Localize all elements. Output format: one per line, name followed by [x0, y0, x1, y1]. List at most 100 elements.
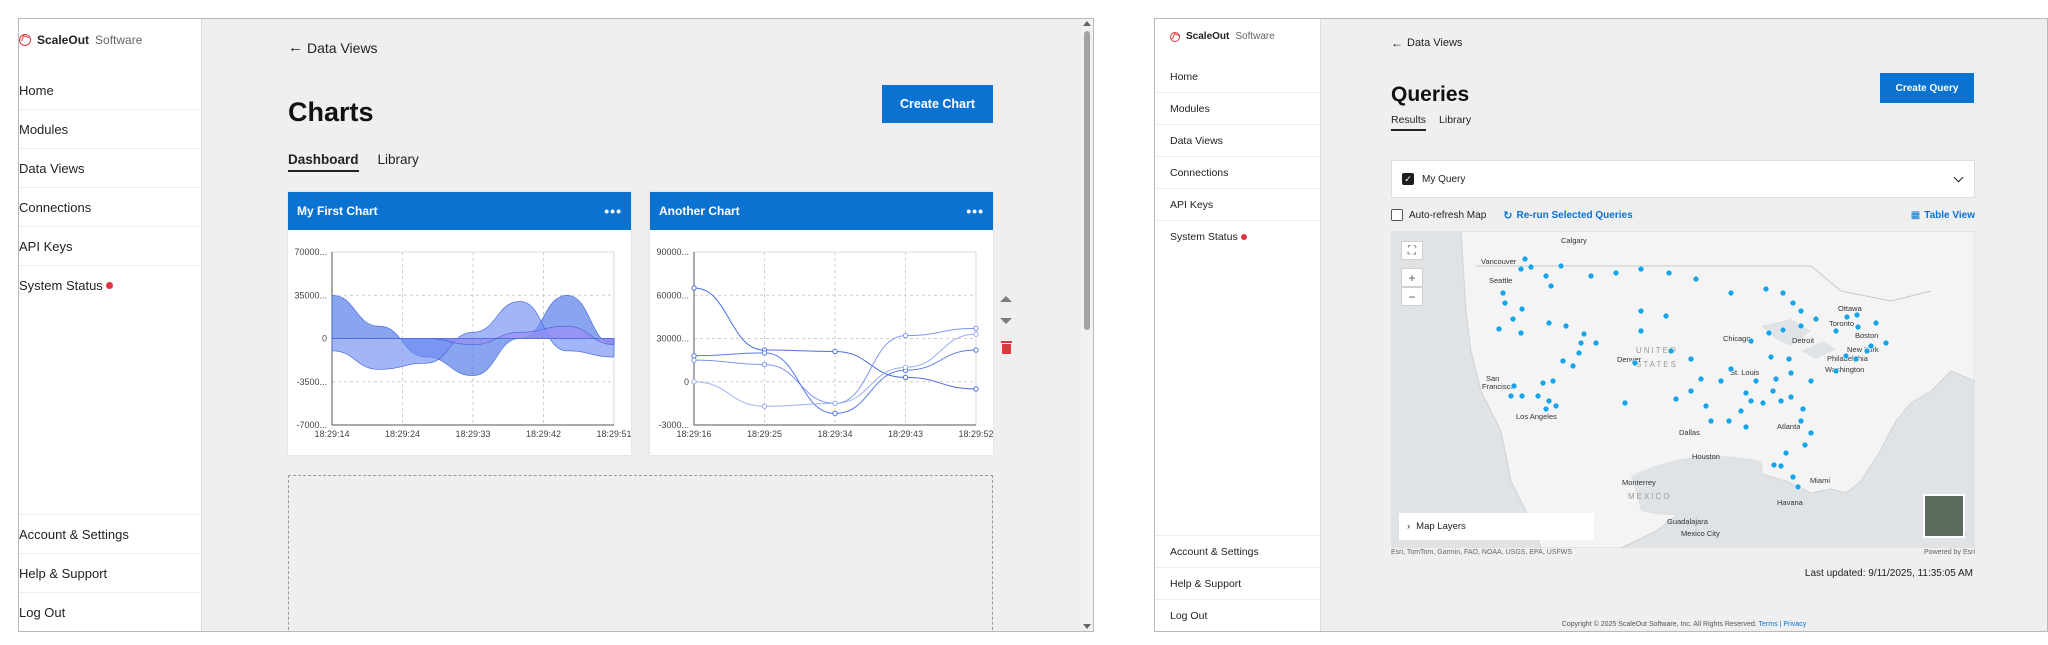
tab-dashboard[interactable]: Dashboard: [288, 152, 359, 172]
scrollbar[interactable]: [1081, 19, 1093, 631]
map-layers-panel[interactable]: › Map Layers: [1399, 513, 1594, 540]
sidebar-item-log-out[interactable]: Log Out: [19, 592, 201, 631]
map-marker: [1782, 449, 1790, 457]
query-select-value: My Query: [1422, 173, 1466, 185]
zoom-out-button[interactable]: −: [1401, 287, 1423, 306]
sidebar-item-account-settings[interactable]: Account & Settings: [19, 514, 201, 553]
chevron-right-icon: ›: [1407, 521, 1411, 532]
sidebar-item-home[interactable]: Home: [19, 71, 201, 110]
map-marker: [1832, 367, 1840, 375]
map-label: Guadalajara: [1667, 517, 1709, 526]
map-marker: [1762, 285, 1770, 293]
footer: Copyright © 2025 ScaleOut Software, Inc.…: [1321, 621, 2047, 628]
sidebar-nav: Home Modules Data Views Connections API …: [19, 71, 201, 305]
map-marker: [1621, 399, 1629, 407]
more-options-icon[interactable]: •••: [966, 203, 984, 219]
map-marker: [1779, 289, 1787, 297]
sidebar: ScaleOut Software Home Modules Data View…: [1155, 19, 1321, 631]
map-marker: [1545, 319, 1553, 327]
map-view[interactable]: Calgary Vancouver Seattle UNITED STATES Denve…: [1391, 231, 1975, 548]
data-point: [973, 325, 979, 332]
zoom-in-button[interactable]: +: [1401, 268, 1423, 287]
back-link[interactable]: ← Data Views: [288, 39, 378, 56]
basemap-toggle[interactable]: [1923, 494, 1965, 538]
map-marker: [1534, 392, 1542, 400]
sidebar-item-system-status[interactable]: System Status: [19, 266, 201, 305]
sidebar-item-account-settings[interactable]: Account & Settings: [1155, 535, 1320, 567]
sidebar-item-api-keys[interactable]: API Keys: [1155, 189, 1320, 221]
tab-library[interactable]: Library: [1439, 114, 1471, 131]
sidebar-item-system-status[interactable]: System Status: [1155, 221, 1320, 253]
tab-library[interactable]: Library: [378, 152, 419, 172]
privacy-link[interactable]: Privacy: [1783, 621, 1806, 628]
create-chart-button[interactable]: Create Chart: [882, 85, 993, 123]
sidebar-item-modules[interactable]: Modules: [1155, 93, 1320, 125]
map-marker: [1872, 319, 1880, 327]
map-marker: [1547, 282, 1555, 290]
map-marker: [1765, 329, 1773, 337]
scroll-down-icon[interactable]: [1083, 624, 1091, 629]
logo-brand: ScaleOut: [1186, 31, 1230, 42]
more-options-icon[interactable]: •••: [604, 203, 622, 219]
y-tick-label: 0: [684, 377, 689, 387]
sidebar-item-label: Help & Support: [19, 565, 108, 581]
scroll-thumb[interactable]: [1084, 31, 1090, 330]
sidebar-item-api-keys[interactable]: API Keys: [19, 227, 201, 266]
checkbox-icon[interactable]: [1391, 209, 1403, 221]
terms-link[interactable]: Terms: [1759, 621, 1778, 628]
y-tick-label: -7000...: [296, 420, 327, 430]
sidebar-item-label: Log Out: [19, 604, 66, 620]
map-attribution: Esri, TomTom, Garmin, FAO, NOAA, USGS, E…: [1391, 549, 1975, 561]
sidebar-item-home[interactable]: Home: [1155, 61, 1320, 93]
data-point: [902, 374, 909, 381]
sidebar-item-data-views[interactable]: Data Views: [19, 149, 201, 188]
move-down-icon[interactable]: [1000, 318, 1012, 324]
map-label: Detroit: [1792, 336, 1815, 345]
data-point: [691, 357, 697, 363]
empty-chart-slot[interactable]: [288, 475, 993, 631]
scroll-up-icon[interactable]: [1083, 21, 1091, 26]
map-marker: [1785, 355, 1793, 363]
sidebar-item-data-views[interactable]: Data Views: [1155, 125, 1320, 157]
x-tick-label: 18:29:34: [817, 429, 852, 439]
sidebar-item-log-out[interactable]: Log Out: [1155, 599, 1320, 631]
map-marker: [1769, 387, 1777, 395]
table-view-button[interactable]: ▦ Table View: [1911, 210, 1975, 221]
auto-refresh-toggle[interactable]: Auto-refresh Map: [1391, 209, 1486, 221]
map-marker: [1631, 359, 1639, 367]
sidebar-item-label: Data Views: [19, 160, 85, 176]
sidebar-item-help-support[interactable]: Help & Support: [1155, 567, 1320, 599]
attribution-left: Esri, TomTom, Garmin, FAO, NOAA, USGS, E…: [1391, 549, 1572, 556]
map-marker: [1518, 392, 1526, 400]
move-up-icon[interactable]: [1000, 296, 1012, 302]
tab-results[interactable]: Results: [1391, 114, 1427, 131]
back-link[interactable]: ← Data Views: [1391, 36, 1462, 50]
fullscreen-icon[interactable]: ⛶: [1401, 241, 1423, 260]
map-canvas[interactable]: CalgaryVancouverSeattleUNITEDSTATESDenve…: [1391, 231, 1975, 548]
map-marker: [1747, 337, 1755, 345]
scaleout-logo-icon: [19, 34, 31, 46]
create-query-button[interactable]: Create Query: [1880, 73, 1974, 103]
map-label: Vancouver: [1481, 257, 1517, 266]
sidebar-item-help-support[interactable]: Help & Support: [19, 553, 201, 592]
map-marker: [1807, 377, 1815, 385]
checkbox-checked-icon[interactable]: ✓: [1402, 173, 1414, 185]
sidebar-item-connections[interactable]: Connections: [19, 188, 201, 227]
data-point: [691, 379, 697, 385]
map-marker: [1777, 397, 1785, 405]
trash-icon[interactable]: [1001, 341, 1012, 354]
map-label: St. Louis: [1730, 368, 1759, 377]
sidebar-item-label: Connections: [1170, 166, 1229, 179]
logo[interactable]: ScaleOut Software: [19, 33, 142, 47]
x-tick-label: 18:29:51: [596, 429, 631, 439]
x-tick-label: 18:29:43: [888, 429, 923, 439]
chevron-down-icon[interactable]: [1953, 172, 1964, 183]
query-select[interactable]: ✓ My Query: [1391, 160, 1975, 198]
sidebar-item-connections[interactable]: Connections: [1155, 157, 1320, 189]
logo[interactable]: ScaleOut Software: [1170, 31, 1275, 42]
sidebar-item-label: Modules: [1170, 102, 1210, 115]
sidebar-item-modules[interactable]: Modules: [19, 110, 201, 149]
map-marker: [1797, 307, 1805, 315]
rerun-queries-button[interactable]: ↻ Re-run Selected Queries: [1503, 209, 1632, 222]
map-marker: [1580, 330, 1588, 338]
